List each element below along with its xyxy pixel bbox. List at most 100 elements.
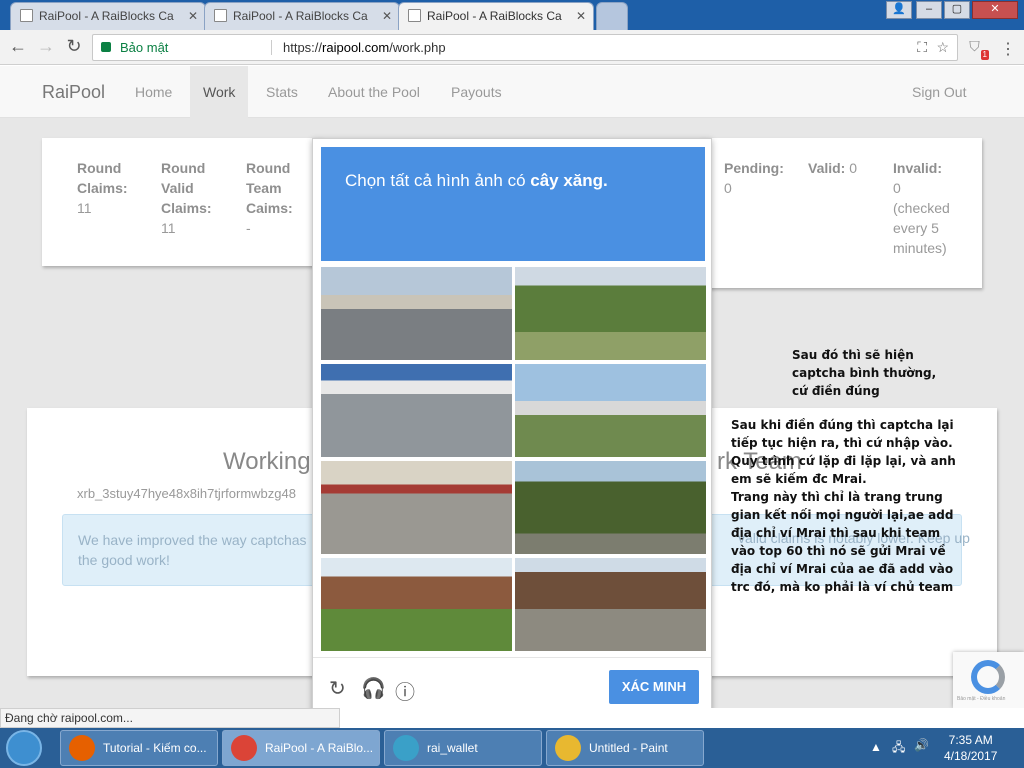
stat-value: 0 — [849, 160, 858, 176]
annotation-note-1: Sau đó thì sẽ hiện captcha bình thường, … — [792, 346, 936, 400]
wallet-address: xrb_3stuy47hye48x8ih7tjrformwbzg48 — [77, 486, 296, 501]
captcha-tile-3[interactable] — [321, 364, 512, 457]
working-heading: Working — [223, 448, 311, 475]
captcha-tile-2[interactable] — [515, 267, 706, 360]
taskbar-label: Untitled - Paint — [589, 741, 668, 755]
lock-icon — [101, 42, 111, 52]
note-line: gian kết nối mọi người lại,ae add — [731, 508, 954, 522]
page-favicon-icon — [214, 9, 227, 22]
reload-icon[interactable]: ↻ — [329, 676, 346, 701]
taskbar-item-paint[interactable]: Untitled - Paint — [546, 730, 704, 766]
captcha-tile-1[interactable] — [321, 267, 512, 360]
nav-work[interactable]: Work — [190, 66, 249, 118]
captcha-tile-5[interactable] — [321, 461, 512, 554]
nav-about-the-pool[interactable]: About the Pool — [315, 66, 433, 118]
captcha-footer: ↻ 🎧 ⓘ XÁC MINH — [313, 657, 711, 708]
captcha-tile-8[interactable] — [515, 558, 706, 651]
note-line: Trang này thì chỉ là trang trung — [731, 490, 943, 504]
site-brand[interactable]: RaiPool — [42, 82, 105, 103]
note-line: địa chỉ ví Mrai của ae đã add vào — [731, 562, 954, 576]
address-bar[interactable]: Bảo mật https://raipool.com/work.php ⛶ ☆ — [92, 34, 958, 61]
stat-label: Valid: — [808, 160, 846, 176]
close-tab-icon[interactable]: ✕ — [576, 3, 586, 29]
maximize-button[interactable]: ▢ — [944, 1, 970, 19]
network-icon[interactable]: 🖧 — [892, 738, 905, 759]
taskbar-item-firefox[interactable]: Tutorial - Kiếm co... — [60, 730, 218, 766]
taskbar-item-rai-wallet[interactable]: rai_wallet — [384, 730, 542, 766]
url-scheme: https:// — [283, 40, 323, 55]
recaptcha-logo-icon — [971, 660, 1005, 694]
browser-tab-strip: RaiPool - A RaiBlocks Ca ✕ RaiPool - A R… — [0, 0, 1024, 30]
note-line: địa chỉ ví Mrai thì sau khi team — [731, 526, 941, 540]
nav-payouts[interactable]: Payouts — [438, 66, 515, 118]
stat-round-valid-claims: Round Valid Claims: 11 — [161, 158, 231, 238]
back-arrow-icon[interactable]: ← — [6, 36, 30, 57]
recaptcha-badge[interactable]: Bảo mật - Điều khoản — [953, 652, 1024, 708]
paint-icon — [555, 735, 581, 761]
url-host: raipool.com — [322, 40, 390, 55]
note-line: vào top 60 thì nó sẽ gửi Mrai về — [731, 544, 946, 558]
nav-home[interactable]: Home — [122, 66, 185, 118]
stat-invalid: Invalid: 0 (checked every 5 minutes) — [893, 158, 973, 258]
close-window-button[interactable]: ✕ — [972, 1, 1018, 19]
close-tab-icon[interactable]: ✕ — [382, 3, 392, 29]
stat-label: Pending: — [724, 160, 784, 176]
clock-time: 7:35 AM — [948, 733, 993, 747]
stat-value: 0 — [893, 180, 901, 196]
captcha-tile-6[interactable] — [515, 461, 706, 554]
chrome-menu-icon[interactable]: ⋮ — [1000, 39, 1016, 59]
browser-tab-2[interactable]: RaiPool - A RaiBlocks Ca ✕ — [204, 2, 400, 30]
taskbar-item-chrome[interactable]: RaiPool - A RaiBlo... — [222, 730, 380, 766]
browser-toolbar: ← → ↻ Bảo mật https://raipool.com/work.p… — [0, 30, 1024, 65]
round-stats-card: Round Claims: 11 Round Valid Claims: 11 … — [42, 138, 322, 266]
info-icon[interactable]: ⓘ — [395, 676, 415, 705]
headphones-icon[interactable]: 🎧 — [361, 676, 386, 701]
nav-sign-out[interactable]: Sign Out — [899, 66, 979, 118]
chrome-icon — [231, 735, 257, 761]
wallet-app-icon — [393, 735, 419, 761]
site-navbar: RaiPool Home Work Stats About the Pool P… — [0, 66, 1024, 118]
stat-label: Invalid: — [893, 160, 943, 176]
captcha-header: Chọn tất cả hình ảnh có cây xăng. — [321, 147, 705, 261]
windows-start-icon[interactable] — [6, 730, 42, 766]
recaptcha-challenge: Chọn tất cả hình ảnh có cây xăng. ↻ 🎧 ⓘ … — [312, 138, 712, 708]
extension-shield-icon[interactable]: ⛉ 1 — [966, 38, 989, 60]
minimize-button[interactable]: – — [916, 1, 942, 19]
browser-tab-1[interactable]: RaiPool - A RaiBlocks Ca ✕ — [10, 2, 206, 30]
nav-stats[interactable]: Stats — [253, 66, 311, 118]
note-line: trc đó, mà ko phải là ví chủ team — [731, 580, 954, 594]
note-line: cứ điền đúng — [792, 384, 880, 398]
alert-line-2: the good work! — [78, 552, 170, 568]
prompt-text: Chọn tất cả hình ảnh có — [345, 171, 531, 190]
stat-value: 0 — [724, 180, 732, 196]
stat-value: - — [246, 220, 251, 236]
page-favicon-icon — [408, 9, 421, 22]
close-tab-icon[interactable]: ✕ — [188, 3, 198, 29]
prompt-target: cây xăng. — [530, 171, 608, 190]
omnibox-divider — [271, 40, 272, 55]
captcha-tile-4[interactable] — [515, 364, 706, 457]
volume-icon[interactable]: 🔊 — [914, 738, 929, 752]
stat-label: Round Valid Claims: — [161, 160, 212, 216]
captcha-tile-7[interactable] — [321, 558, 512, 651]
recaptcha-badge-text: Bảo mật - Điều khoản — [957, 696, 1006, 702]
account-icon[interactable]: 👤 — [886, 1, 912, 19]
note-line: Quy trình cứ lặp đi lặp lại, và anh — [731, 454, 956, 468]
verify-button[interactable]: XÁC MINH — [609, 670, 699, 704]
browser-tab-3-active[interactable]: RaiPool - A RaiBlocks Ca ✕ — [398, 2, 594, 30]
reload-page-icon[interactable]: ↻ — [62, 36, 86, 57]
taskbar-label: rai_wallet — [427, 741, 478, 755]
stat-round-claims: Round Claims: 11 — [77, 158, 147, 218]
new-tab-button[interactable] — [596, 2, 628, 30]
show-hidden-icons-icon[interactable]: ▲ — [870, 740, 882, 754]
page-favicon-icon — [20, 9, 33, 22]
claim-status-card: Pending: 0 Valid: 0 Invalid: 0 (checked … — [700, 138, 982, 288]
clock-date: 4/18/2017 — [944, 749, 998, 763]
stat-value: 11 — [77, 200, 92, 216]
stat-valid: Valid: 0 — [808, 158, 878, 178]
note-line: Sau khi điền đúng thì captcha lại — [731, 418, 954, 432]
forward-arrow-icon[interactable]: → — [34, 36, 58, 57]
system-clock[interactable]: 7:35 AM 4/18/2017 — [944, 732, 997, 764]
bookmark-star-icon[interactable]: ☆ — [936, 35, 949, 60]
translate-icon[interactable]: ⛶ — [917, 35, 927, 60]
